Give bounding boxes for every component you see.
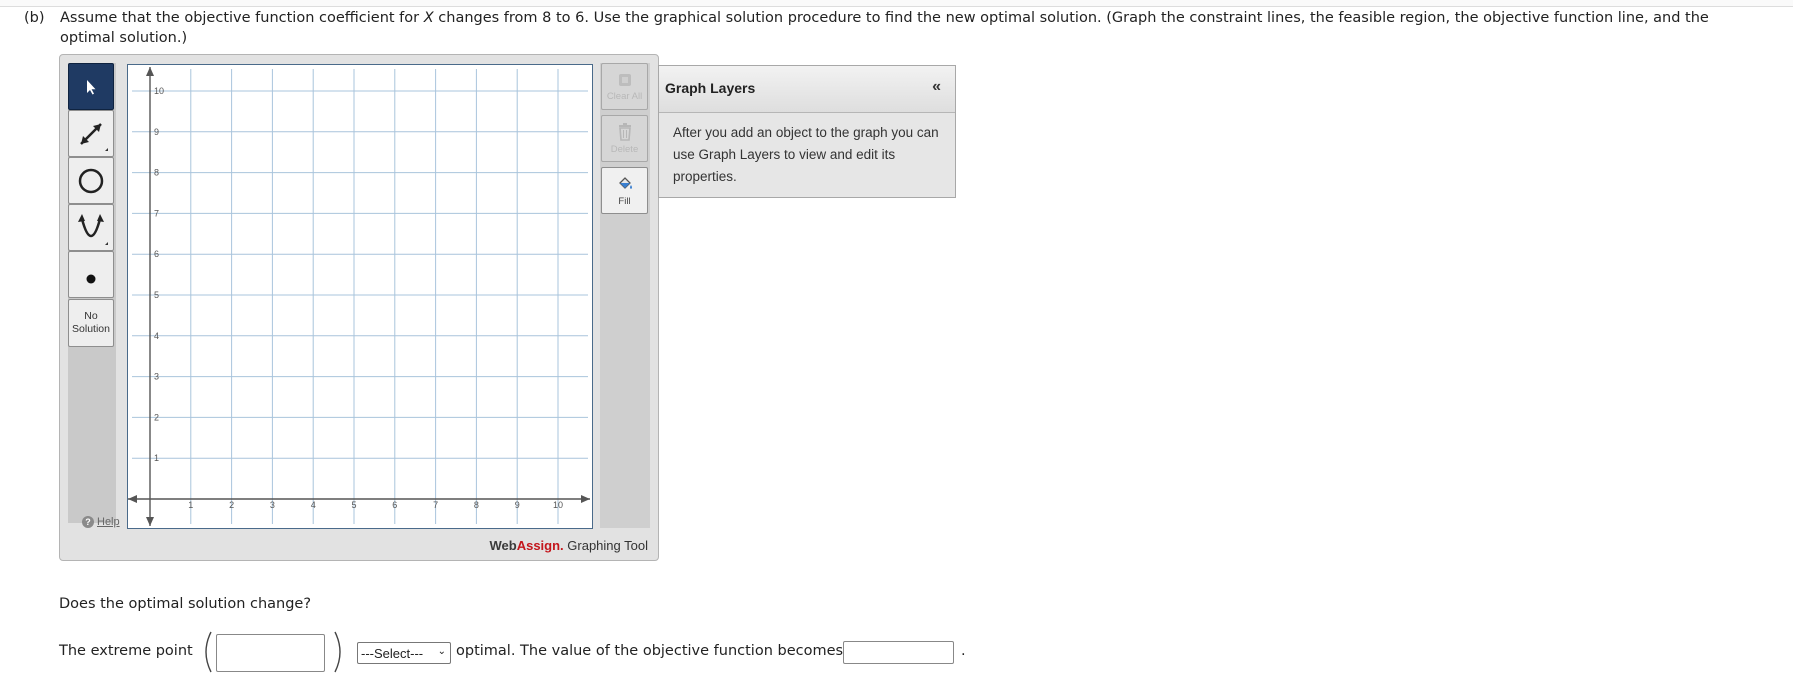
fill-label: Fill (618, 196, 631, 207)
y-tick-label: 7 (154, 208, 159, 218)
graphing-tool: No Solution ? Help 1 2 3 4 5 6 7 8 9 10 1 2 3 4 5 6 7 8 9 10… (59, 54, 659, 561)
clear-all-icon (618, 74, 631, 86)
optimal-status-select[interactable]: ---Select--- ⌄ (357, 642, 451, 664)
left-paren-icon (205, 631, 212, 673)
brand-web: Web (489, 538, 517, 553)
webassign-graphing-tool-logo: WebAssign. Graphing Tool (489, 538, 648, 553)
y-tick-label: 5 (154, 290, 159, 300)
followup-question: Does the optimal solution change? (59, 596, 312, 612)
arrow-pointer-icon (87, 79, 96, 94)
brand-assign: Assign. (516, 538, 564, 553)
part-label: (b) (24, 10, 45, 26)
x-tick-label: 8 (474, 500, 479, 510)
y-tick-label: 10 (154, 86, 164, 96)
clear-all-button[interactable]: Clear All (601, 63, 648, 110)
y-axis-arrow-up-icon (146, 67, 154, 76)
chevron-down-icon: ⌄ (437, 646, 446, 657)
extreme-point-input[interactable] (216, 634, 325, 672)
y-axis-arrow-down-icon (146, 517, 154, 526)
graph-layers-panel: Graph Layers « After you add an object t… (658, 65, 956, 198)
question-mark-icon: ? (82, 516, 94, 528)
x-tick-label: 6 (392, 500, 397, 510)
fill-button[interactable]: Fill (601, 167, 648, 214)
x-tick-label: 4 (311, 500, 316, 510)
trash-icon (618, 123, 631, 141)
graph-layers-help-text: After you add an object to the graph you… (673, 125, 939, 184)
help-label: Help (97, 516, 120, 528)
extreme-point-label: The extreme point (59, 643, 193, 659)
circle-tool-button[interactable] (68, 157, 114, 204)
x-axis-arrow-left-icon (128, 495, 137, 503)
paint-bucket-icon (618, 177, 632, 189)
graph-layers-title: Graph Layers (665, 80, 756, 96)
question-text-pre: Assume that the objective function coeff… (60, 10, 424, 26)
answer-row: The extreme point ---Select--- ⌄ optimal… (59, 630, 1059, 674)
point-icon (86, 274, 96, 283)
objective-function-text: optimal. The value of the objective func… (456, 643, 844, 659)
x-tick-label: 5 (351, 500, 356, 510)
delete-button[interactable]: Delete (601, 115, 648, 162)
parabola-tool-button[interactable] (68, 204, 114, 251)
y-tick-label: 8 (154, 168, 159, 178)
top-divider (0, 0, 1793, 7)
y-tick-label: 1 (154, 453, 159, 463)
brand-graphing-tool: Graphing Tool (563, 538, 648, 553)
x-tick-label: 2 (229, 500, 234, 510)
question-body: Assume that the objective function coeff… (60, 8, 1764, 48)
clear-all-label: Clear All (606, 91, 643, 102)
no-solution-line2: Solution (72, 323, 110, 335)
x-tick-label: 7 (433, 500, 438, 510)
point-tool-button[interactable] (68, 251, 114, 298)
help-link[interactable]: ? Help (82, 516, 120, 528)
right-paren-icon (334, 631, 341, 673)
y-tick-label: 9 (154, 127, 159, 137)
x-tick-label: 9 (515, 500, 520, 510)
select-tool-button[interactable] (68, 63, 114, 110)
x-tick-label: 3 (270, 500, 275, 510)
delete-label: Delete (610, 144, 639, 155)
graph-layers-header: Graph Layers « (659, 66, 955, 113)
no-solution-button[interactable]: No Solution (68, 299, 114, 347)
x-tick-label: 1 (188, 500, 193, 510)
tool-palette: No Solution ? Help (68, 63, 120, 528)
line-segment-icon (80, 122, 108, 151)
end-period: . (961, 643, 966, 659)
select-value: ---Select--- (361, 645, 424, 661)
y-tick-label: 4 (154, 331, 159, 341)
y-tick-label: 6 (154, 249, 159, 259)
circle-icon (78, 168, 104, 193)
graph-canvas[interactable]: 1 2 3 4 5 6 7 8 9 10 1 2 3 4 5 6 7 8 9 10 (127, 64, 593, 529)
collapse-chevron-icon[interactable]: « (932, 78, 941, 96)
graph-actions: Clear All Delete Fill (600, 63, 650, 528)
objective-value-input[interactable] (843, 641, 954, 664)
no-solution-line1: No (84, 310, 98, 322)
y-tick-label: 3 (154, 372, 159, 382)
x-tick-label: 10 (553, 500, 563, 510)
x-axis-arrow-right-icon (581, 495, 590, 503)
y-tick-label: 2 (154, 412, 159, 422)
variable-x: X (423, 10, 434, 26)
parabola-icon (78, 213, 108, 245)
line-tool-button[interactable] (68, 110, 114, 157)
question-text: (b) Assume that the objective function c… (24, 8, 1764, 48)
coordinate-grid[interactable]: 1 2 3 4 5 6 7 8 9 10 1 2 3 4 5 6 7 8 9 10 (128, 65, 592, 528)
